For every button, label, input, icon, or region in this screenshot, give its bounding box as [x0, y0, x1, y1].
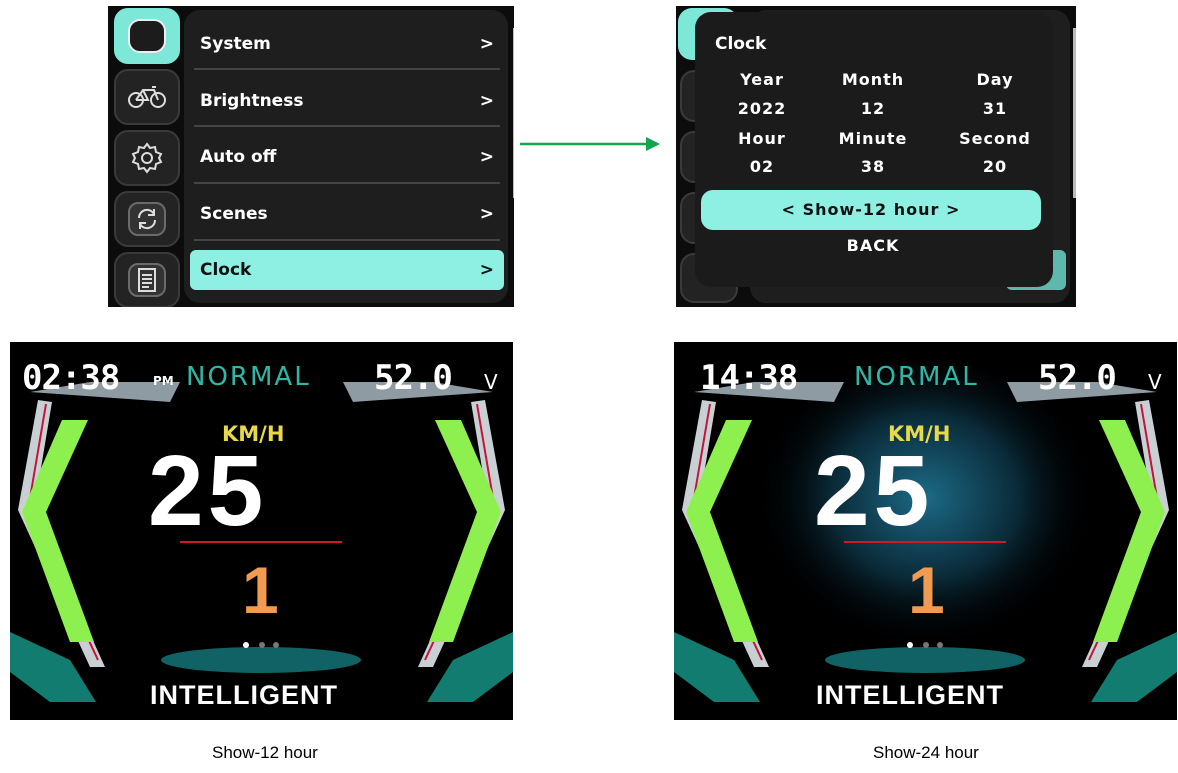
divider — [194, 125, 500, 127]
menu-item-label: System — [200, 34, 271, 54]
side-tab-bicycle[interactable] — [114, 69, 180, 125]
battery-voltage: 52.0 — [1038, 358, 1117, 398]
menu-item-system[interactable]: System > — [190, 24, 504, 64]
minute-value[interactable]: 38 — [823, 157, 923, 176]
menu-item-label: Scenes — [200, 204, 268, 224]
second-label: Second — [959, 129, 1031, 148]
menu-item-scenes[interactable]: Scenes > — [190, 194, 504, 234]
dashboard-12-hour: 02:38 PM NORMAL 52.0 V KM/H 25 1 INTELLI… — [10, 342, 513, 720]
dialog-title: Clock — [715, 34, 767, 54]
scrollbar[interactable] — [513, 28, 514, 198]
second-value[interactable]: 20 — [945, 157, 1045, 176]
menu-item-label: Clock — [200, 260, 252, 280]
battery-voltage: 52.0 — [374, 358, 453, 398]
day-label: Day — [976, 70, 1014, 89]
voltage-unit: V — [1148, 370, 1162, 394]
riding-mode: NORMAL — [854, 362, 979, 392]
scrollbar — [1073, 28, 1076, 198]
bicycle-icon — [128, 86, 166, 108]
clock-dialog: Clock Year Month Day 2022 12 31 Hour Min… — [695, 12, 1053, 287]
assist-level: 1 — [242, 553, 279, 627]
day-value[interactable]: 31 — [945, 99, 1045, 118]
caption-12-hour: Show-12 hour — [212, 743, 318, 762]
assist-level: 1 — [908, 553, 945, 627]
arrow-right-icon — [520, 137, 660, 151]
settings-menu-screen: System > Brightness > Auto off > Scenes … — [108, 6, 514, 307]
assist-mode-label: INTELLIGENT — [150, 680, 338, 710]
speed-value: 25 — [814, 435, 934, 547]
back-button[interactable]: BACK — [823, 236, 923, 255]
side-tab-device[interactable] — [114, 8, 180, 64]
chevron-right-icon: > — [479, 260, 494, 280]
year-value[interactable]: 2022 — [712, 99, 812, 118]
menu-item-label: Auto off — [200, 147, 277, 167]
side-tab-info[interactable] — [114, 252, 180, 307]
phone-icon — [128, 19, 166, 53]
month-label: Month — [841, 70, 905, 89]
document-icon — [138, 268, 156, 292]
divider — [194, 182, 500, 184]
chevron-right-icon: > — [479, 91, 494, 111]
menu-item-auto-off[interactable]: Auto off > — [190, 137, 504, 177]
clock-time: 14:38 — [700, 358, 798, 398]
voltage-unit: V — [484, 370, 498, 394]
am-pm-indicator: PM — [153, 374, 174, 388]
month-value[interactable]: 12 — [823, 99, 923, 118]
hour-label: Hour — [738, 129, 786, 148]
hour-value[interactable]: 02 — [712, 157, 812, 176]
assist-mode-label: INTELLIGENT — [816, 680, 1004, 710]
clock-time: 02:38 — [22, 358, 120, 398]
side-tab-sync[interactable] — [114, 191, 180, 247]
chevron-right-icon: > — [479, 204, 494, 224]
dashboard-24-hour: 14:38 NORMAL 52.0 V KM/H 25 1 INTELLIGEN… — [674, 342, 1177, 720]
divider — [194, 239, 500, 241]
menu-item-clock[interactable]: Clock > — [190, 250, 504, 290]
chevron-right-icon: > — [479, 34, 494, 54]
speed-value: 25 — [148, 435, 268, 547]
year-label: Year — [740, 70, 784, 89]
time-format-selector[interactable]: < Show-12 hour > — [701, 190, 1041, 230]
riding-mode: NORMAL — [186, 362, 311, 392]
caption-24-hour: Show-24 hour — [873, 743, 979, 762]
chevron-right-icon: > — [479, 147, 494, 167]
menu-item-brightness[interactable]: Brightness > — [190, 81, 504, 121]
minute-label: Minute — [838, 129, 908, 148]
menu-item-label: Brightness — [200, 91, 304, 111]
divider — [194, 68, 500, 70]
refresh-icon — [137, 208, 157, 230]
side-tab-settings[interactable] — [114, 130, 180, 186]
gear-icon — [131, 142, 163, 174]
